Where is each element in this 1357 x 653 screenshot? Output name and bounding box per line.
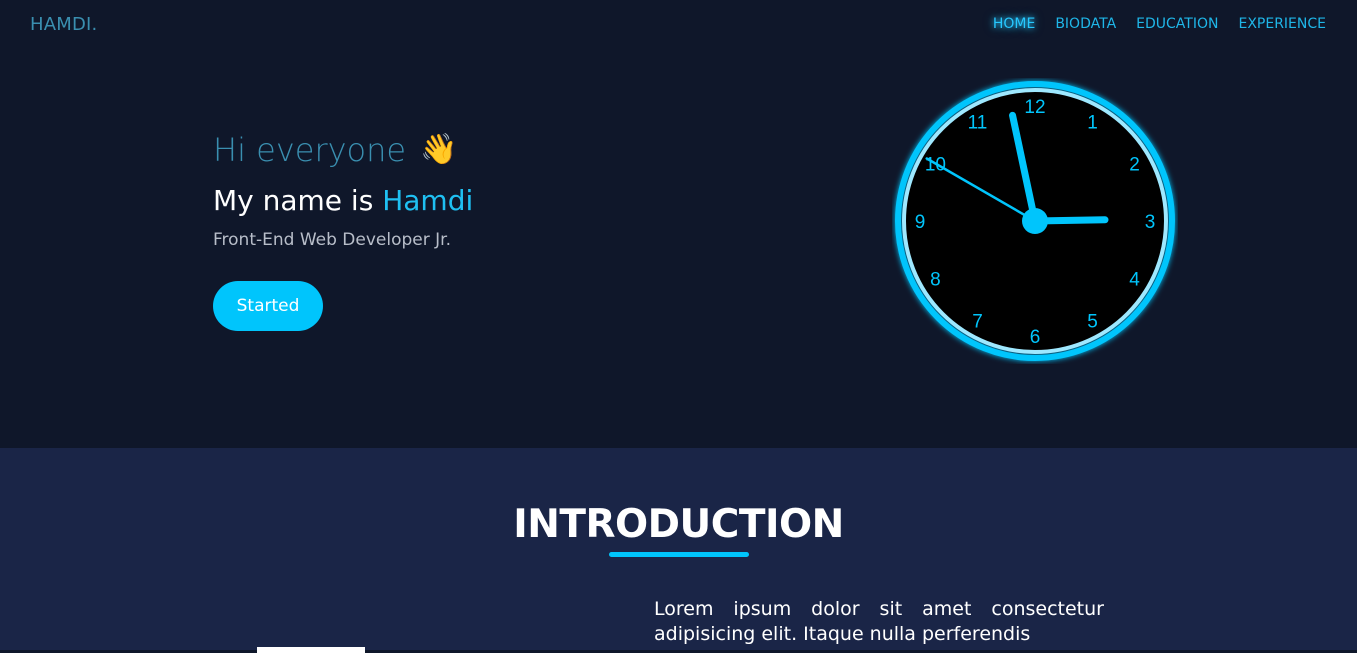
nav-links: HOME BIODATA EDUCATION EXPERIENCE (993, 16, 1326, 32)
clock-numeral-9: 9 (915, 212, 926, 233)
nav-link-biodata[interactable]: BIODATA (1055, 16, 1116, 32)
site-logo[interactable]: HAMDI. (30, 14, 97, 35)
clock-numeral-1: 1 (1087, 112, 1098, 133)
clock-numeral-5: 5 (1087, 312, 1098, 333)
nav-link-experience[interactable]: EXPERIENCE (1238, 16, 1326, 32)
started-button[interactable]: Started (213, 281, 323, 331)
clock-face-svg: 121234567891011 (895, 81, 1175, 361)
profile-image (257, 647, 365, 653)
analog-clock: 12 1 2 3 4 5 6 7 8 9 10 11 (892, 78, 1178, 364)
introduction-title: INTRODUCTION (513, 502, 844, 547)
hero-section: Hi everyone 👋 My name is Hamdi Front-End… (0, 50, 1357, 448)
clock-numeral-8: 8 (930, 270, 941, 291)
clock-numeral-11: 11 (968, 112, 988, 133)
clock-numeral-3: 3 (1145, 212, 1156, 233)
name-prefix: My name is (213, 184, 383, 217)
clock-numeral-7: 7 (972, 312, 983, 333)
nav-link-home[interactable]: HOME (993, 16, 1035, 32)
greeting-text: Hi everyone (213, 131, 407, 169)
hero-name-line: My name is Hamdi (213, 184, 473, 217)
clock-numeral-6: 6 (1030, 327, 1041, 348)
introduction-text: Lorem ipsum dolor sit amet consectetur a… (654, 598, 1104, 645)
clock-numeral-2: 2 (1129, 155, 1140, 176)
clock-numeral-4: 4 (1129, 270, 1140, 291)
clock-numeral-12: 12 (1024, 97, 1045, 118)
nav-link-education[interactable]: EDUCATION (1136, 16, 1218, 32)
hero-role: Front-End Web Developer Jr. (213, 230, 451, 250)
introduction-section: INTRODUCTION Lorem ipsum dolor sit amet … (0, 448, 1357, 653)
hero-greeting: Hi everyone 👋 (213, 131, 457, 169)
clock-center-pin (1022, 208, 1048, 234)
clock-numeral-10: 10 (925, 155, 946, 176)
waving-hand-icon: 👋 (420, 132, 458, 167)
title-underline (609, 552, 749, 557)
navbar: HAMDI. HOME BIODATA EDUCATION EXPERIENCE (0, 0, 1357, 50)
hero-name: Hamdi (382, 184, 474, 217)
